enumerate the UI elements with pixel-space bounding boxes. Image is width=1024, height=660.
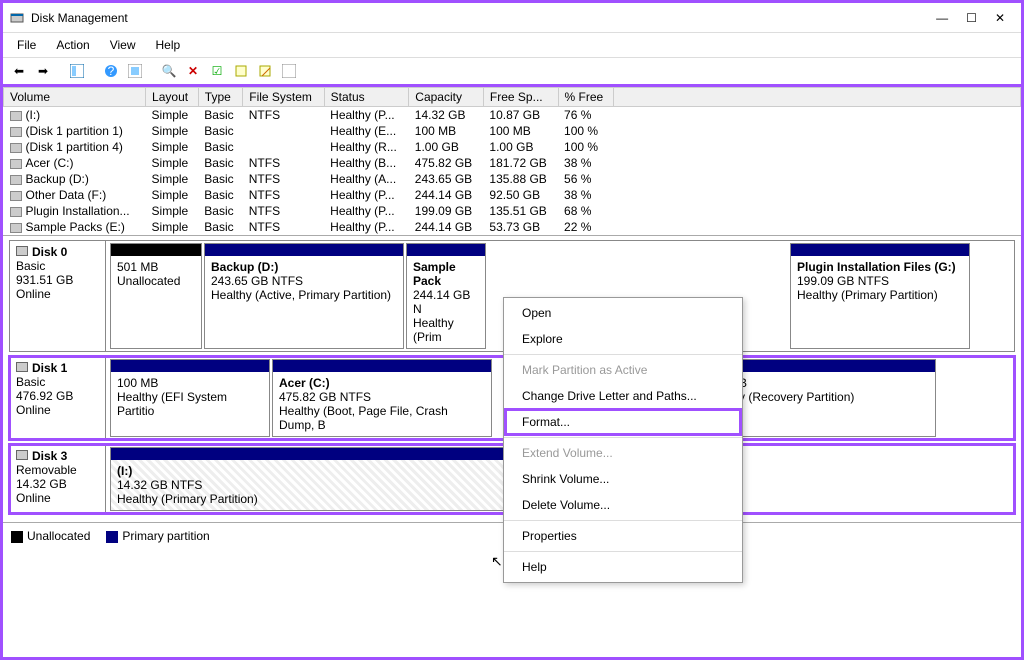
back-button[interactable]: ⬅ <box>9 62 29 80</box>
disk-info[interactable]: Disk 3Removable14.32 GBOnline <box>10 445 106 513</box>
settings-button[interactable] <box>125 62 145 80</box>
window-title: Disk Management <box>31 11 936 25</box>
app-icon <box>9 10 25 26</box>
menu-item: Mark Partition as Active <box>504 357 742 383</box>
edit-button[interactable] <box>255 62 275 80</box>
volume-row[interactable]: Plugin Installation...SimpleBasicNTFSHea… <box>4 203 1021 219</box>
options-button[interactable] <box>279 62 299 80</box>
menu-action[interactable]: Action <box>48 36 97 54</box>
partition[interactable]: Acer (C:)475.82 GB NTFSHealthy (Boot, Pa… <box>272 359 492 437</box>
volume-row[interactable]: Backup (D:)SimpleBasicNTFSHealthy (A...2… <box>4 171 1021 187</box>
legend-unallocated: Unallocated <box>27 529 90 543</box>
menu-item[interactable]: Shrink Volume... <box>504 466 742 492</box>
menu-item[interactable]: Open <box>504 300 742 326</box>
menu-help[interactable]: Help <box>148 36 189 54</box>
close-button[interactable]: ✕ <box>995 11 1005 25</box>
menu-file[interactable]: File <box>9 36 44 54</box>
menu-item[interactable]: Help <box>504 554 742 580</box>
maximize-button[interactable]: ☐ <box>966 11 977 25</box>
menu-item[interactable]: Change Drive Letter and Paths... <box>504 383 742 409</box>
refresh-button[interactable]: 🔍 <box>159 62 179 80</box>
menu-item[interactable]: Explore <box>504 326 742 352</box>
column-header[interactable]: Free Sp... <box>483 88 558 107</box>
column-header[interactable]: File System <box>243 88 324 107</box>
column-header[interactable]: Layout <box>146 88 199 107</box>
menu-item[interactable]: Delete Volume... <box>504 492 742 518</box>
minimize-button[interactable]: — <box>936 11 948 25</box>
column-header[interactable]: Status <box>324 88 409 107</box>
menu-view[interactable]: View <box>102 36 144 54</box>
volume-row[interactable]: Acer (C:)SimpleBasicNTFSHealthy (B...475… <box>4 155 1021 171</box>
menu-bar: File Action View Help <box>3 33 1021 58</box>
menu-item[interactable]: Format... <box>504 408 742 436</box>
partition[interactable]: Backup (D:)243.65 GB NTFSHealthy (Active… <box>204 243 404 349</box>
new-button[interactable] <box>231 62 251 80</box>
show-hide-tree-button[interactable] <box>67 62 87 80</box>
volume-row[interactable]: Sample Packs (E:)SimpleBasicNTFSHealthy … <box>4 219 1021 235</box>
toolbar: ⬅ ➡ ? 🔍 ✕ ☑ <box>3 58 1021 87</box>
partition[interactable]: 501 MBUnallocated <box>110 243 202 349</box>
context-menu: OpenExplore Mark Partition as ActiveChang… <box>503 297 743 583</box>
svg-text:?: ? <box>108 64 115 78</box>
disk-info[interactable]: Disk 1Basic476.92 GBOnline <box>10 357 106 439</box>
column-header[interactable]: Capacity <box>409 88 484 107</box>
volume-row[interactable]: (Disk 1 partition 4)SimpleBasicHealthy (… <box>4 139 1021 155</box>
column-header[interactable]: % Free <box>558 88 614 107</box>
partition[interactable]: Plugin Installation Files (G:)199.09 GB … <box>790 243 970 349</box>
volume-table: VolumeLayoutTypeFile SystemStatusCapacit… <box>3 87 1021 235</box>
disk-info[interactable]: Disk 0Basic931.51 GBOnline <box>10 241 106 351</box>
help-button[interactable]: ? <box>101 62 121 80</box>
volume-row[interactable]: Other Data (F:)SimpleBasicNTFSHealthy (P… <box>4 187 1021 203</box>
menu-item: Extend Volume... <box>504 440 742 466</box>
legend-primary: Primary partition <box>122 529 209 543</box>
column-header[interactable]: Type <box>198 88 242 107</box>
volume-row[interactable]: (I:)SimpleBasicNTFSHealthy (P...14.32 GB… <box>4 107 1021 124</box>
apply-button[interactable]: ☑ <box>207 62 227 80</box>
column-header[interactable]: Volume <box>4 88 146 107</box>
forward-button[interactable]: ➡ <box>33 62 53 80</box>
menu-item[interactable]: Properties <box>504 523 742 549</box>
titlebar: Disk Management — ☐ ✕ <box>3 3 1021 33</box>
cursor-icon: ↖ <box>491 553 503 570</box>
partition[interactable]: Sample Pack244.14 GB NHealthy (Prim <box>406 243 486 349</box>
partition[interactable]: 100 MBHealthy (EFI System Partitio <box>110 359 270 437</box>
delete-button[interactable]: ✕ <box>183 62 203 80</box>
volume-row[interactable]: (Disk 1 partition 1)SimpleBasicHealthy (… <box>4 123 1021 139</box>
